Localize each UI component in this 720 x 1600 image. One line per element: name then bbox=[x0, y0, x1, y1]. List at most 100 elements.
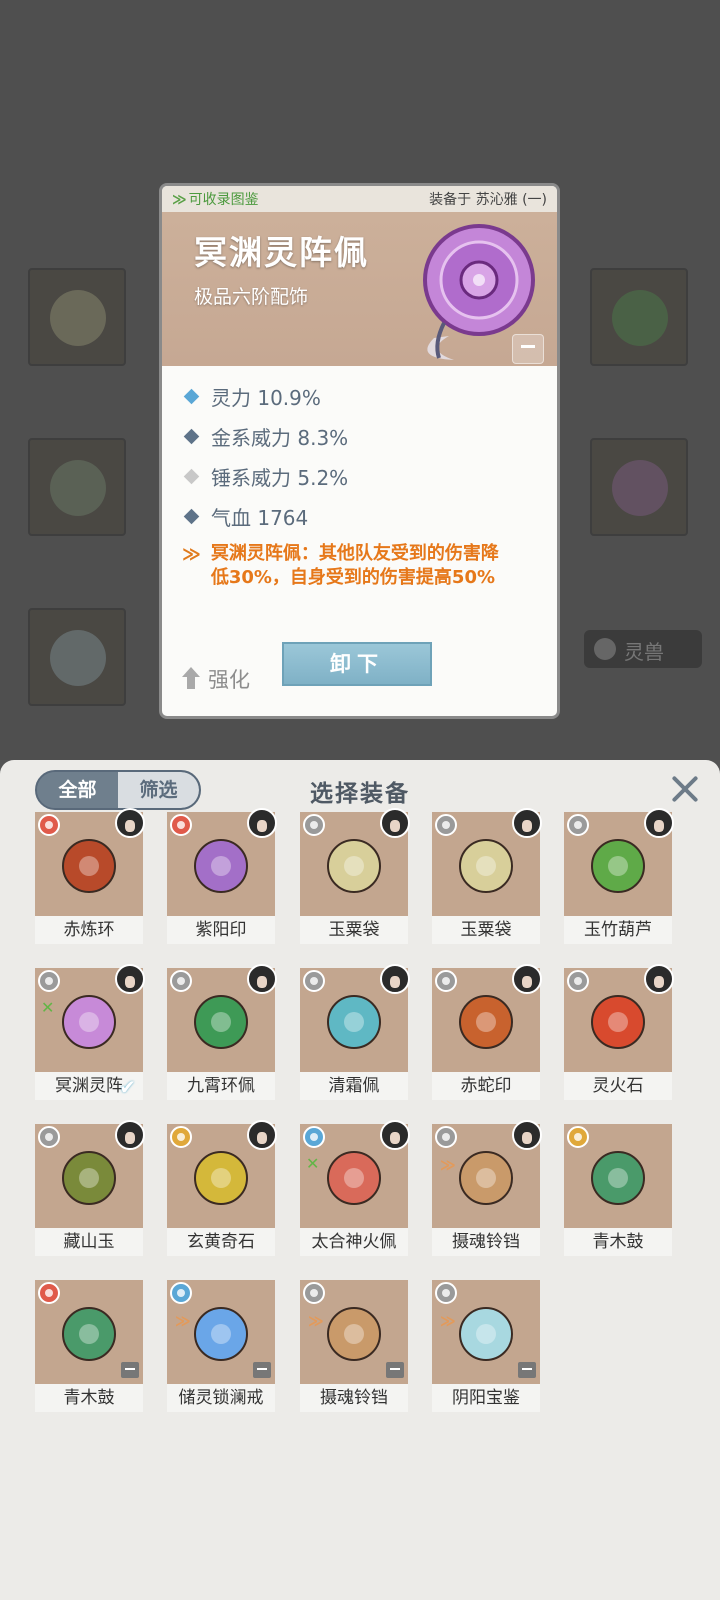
item-highlight bbox=[476, 1012, 496, 1032]
equipment-item-icon bbox=[327, 1151, 381, 1205]
effect-line: 低30%，自身受到的伤害提高50% bbox=[210, 567, 496, 588]
element-icon bbox=[303, 1282, 325, 1304]
equipment-item-icon bbox=[62, 839, 116, 893]
element-icon bbox=[567, 814, 589, 836]
equipment-item-icon bbox=[194, 1151, 248, 1205]
equipment-card[interactable]: 赤蛇印 bbox=[432, 964, 542, 1100]
character-avatar bbox=[247, 1120, 277, 1150]
stats-list: 灵力 10.9% 金系威力 8.3% 锤系威力 5.2% 气血 1764 ≫ 冥… bbox=[180, 376, 550, 590]
element-icon bbox=[38, 1126, 60, 1148]
equipment-item-icon bbox=[327, 1307, 381, 1361]
equipment-name: 阴阳宝鉴 bbox=[432, 1384, 540, 1412]
equipment-art bbox=[167, 1120, 277, 1228]
item-highlight bbox=[476, 856, 496, 876]
equip-slot-2 bbox=[28, 438, 126, 536]
equipment-name: 青木鼓 bbox=[35, 1384, 143, 1412]
equipment-card[interactable]: 玉竹葫芦 bbox=[564, 808, 674, 944]
equipment-card[interactable]: 灵火石 bbox=[564, 964, 674, 1100]
item-highlight bbox=[608, 1168, 628, 1188]
equipment-item-icon bbox=[194, 995, 248, 1049]
character-avatar bbox=[247, 964, 277, 994]
element-icon bbox=[435, 814, 457, 836]
diamond-icon bbox=[183, 468, 200, 484]
element-icon bbox=[567, 970, 589, 992]
item-name: 冥渊灵阵佩 bbox=[194, 233, 369, 272]
equipment-card[interactable]: 赤炼环 bbox=[35, 808, 145, 944]
equip-slot-5 bbox=[590, 438, 688, 536]
character-avatar bbox=[512, 964, 542, 994]
lock-icon[interactable] bbox=[512, 334, 544, 364]
equipment-card[interactable]: 玄黄奇石 bbox=[167, 1120, 277, 1256]
equipment-art bbox=[564, 1124, 672, 1228]
equipment-card[interactable]: ≫ 储灵锁澜戒 bbox=[167, 1280, 275, 1412]
equipment-card[interactable]: 青木鼓 bbox=[564, 1124, 672, 1256]
equipment-card[interactable]: 清霜佩 bbox=[300, 964, 410, 1100]
character-avatar bbox=[512, 1120, 542, 1150]
spirit-beast-button: 灵兽 bbox=[584, 630, 702, 668]
item-highlight bbox=[79, 1168, 99, 1188]
item-highlight bbox=[211, 1012, 231, 1032]
lock-icon bbox=[518, 1362, 536, 1378]
equipment-item-icon bbox=[194, 1307, 248, 1361]
character-avatar bbox=[644, 964, 674, 994]
equipment-card[interactable]: 藏山玉 bbox=[35, 1120, 145, 1256]
element-icon bbox=[170, 814, 192, 836]
lock-icon bbox=[386, 1362, 404, 1378]
equipment-card[interactable]: ≫ 阴阳宝鉴 bbox=[432, 1280, 540, 1412]
element-icon bbox=[303, 1126, 325, 1148]
equipment-select-panel: 全部 筛选 选择装备 赤炼环 紫阳印 玉粟袋 玉粟袋 玉竹葫芦 ✕ 冥渊灵阵 ✔ 九霄环佩 清霜佩… bbox=[0, 760, 720, 1600]
element-icon bbox=[170, 970, 192, 992]
upgrade-button[interactable]: 强化 bbox=[180, 664, 250, 694]
equipment-name: 九霄环佩 bbox=[167, 1072, 275, 1100]
special-effect: ≫ 冥渊灵阵佩：其他队友受到的伤害降 低30%，自身受到的伤害提高50% bbox=[180, 542, 550, 590]
equipment-item-icon bbox=[327, 995, 381, 1049]
element-icon bbox=[567, 1126, 589, 1148]
stat-text: 灵力 10.9% bbox=[211, 385, 321, 410]
equipment-card[interactable]: ✕ 太合神火佩 bbox=[300, 1120, 410, 1256]
item-highlight bbox=[211, 1168, 231, 1188]
equip-slot-1 bbox=[28, 268, 126, 366]
equipment-name: 玉粟袋 bbox=[432, 916, 540, 944]
equipment-art bbox=[564, 808, 674, 916]
diamond-icon bbox=[183, 388, 200, 404]
character-avatar bbox=[380, 964, 410, 994]
diamond-icon bbox=[183, 428, 200, 444]
set-mark-icon: ≫ bbox=[440, 1156, 456, 1174]
stat-text: 锤系威力 5.2% bbox=[211, 465, 349, 490]
unequip-button[interactable]: 卸下 bbox=[282, 642, 432, 686]
equipment-card[interactable]: 紫阳印 bbox=[167, 808, 277, 944]
character-avatar bbox=[644, 808, 674, 838]
equipment-art bbox=[300, 808, 410, 916]
equipment-item-icon bbox=[62, 1307, 116, 1361]
item-highlight bbox=[476, 1168, 496, 1188]
equipment-card[interactable]: ✕ 冥渊灵阵 ✔ bbox=[35, 964, 145, 1100]
close-icon[interactable] bbox=[668, 772, 702, 806]
equipment-card[interactable]: 玉粟袋 bbox=[300, 808, 410, 944]
element-icon bbox=[435, 1126, 457, 1148]
equipment-card[interactable]: 九霄环佩 bbox=[167, 964, 277, 1100]
item-highlight bbox=[79, 1012, 99, 1032]
set-mark-icon: ≫ bbox=[308, 1312, 324, 1330]
item-hero: 冥渊灵阵佩 极品六阶配饰 bbox=[162, 212, 557, 366]
item-highlight bbox=[211, 1324, 231, 1344]
character-avatar bbox=[247, 808, 277, 838]
equipment-art bbox=[167, 964, 277, 1072]
equipment-item-icon bbox=[591, 839, 645, 893]
equipment-name: 玉竹葫芦 bbox=[564, 916, 672, 944]
equipment-card[interactable]: ≫ 摄魂铃铛 bbox=[300, 1280, 408, 1412]
effect-line: 冥渊灵阵佩：其他队友受到的伤害降 bbox=[210, 543, 499, 564]
beast-label: 灵兽 bbox=[624, 640, 664, 664]
collectible-label: 可收录图鉴 bbox=[188, 192, 259, 208]
collect-mark-icon: ✕ bbox=[41, 998, 55, 1017]
equipment-card[interactable]: 玉粟袋 bbox=[432, 808, 542, 944]
equipment-card[interactable]: ≫ 摄魂铃铛 bbox=[432, 1120, 542, 1256]
equipment-art bbox=[35, 808, 145, 916]
equip-slot-4 bbox=[590, 268, 688, 366]
element-icon bbox=[38, 814, 60, 836]
equipment-card[interactable]: 青木鼓 bbox=[35, 1280, 143, 1412]
set-mark-icon: ≫ bbox=[175, 1312, 191, 1330]
item-highlight bbox=[344, 1168, 364, 1188]
equipment-name: 赤蛇印 bbox=[432, 1072, 540, 1100]
equipment-item-icon bbox=[459, 995, 513, 1049]
element-icon bbox=[38, 1282, 60, 1304]
